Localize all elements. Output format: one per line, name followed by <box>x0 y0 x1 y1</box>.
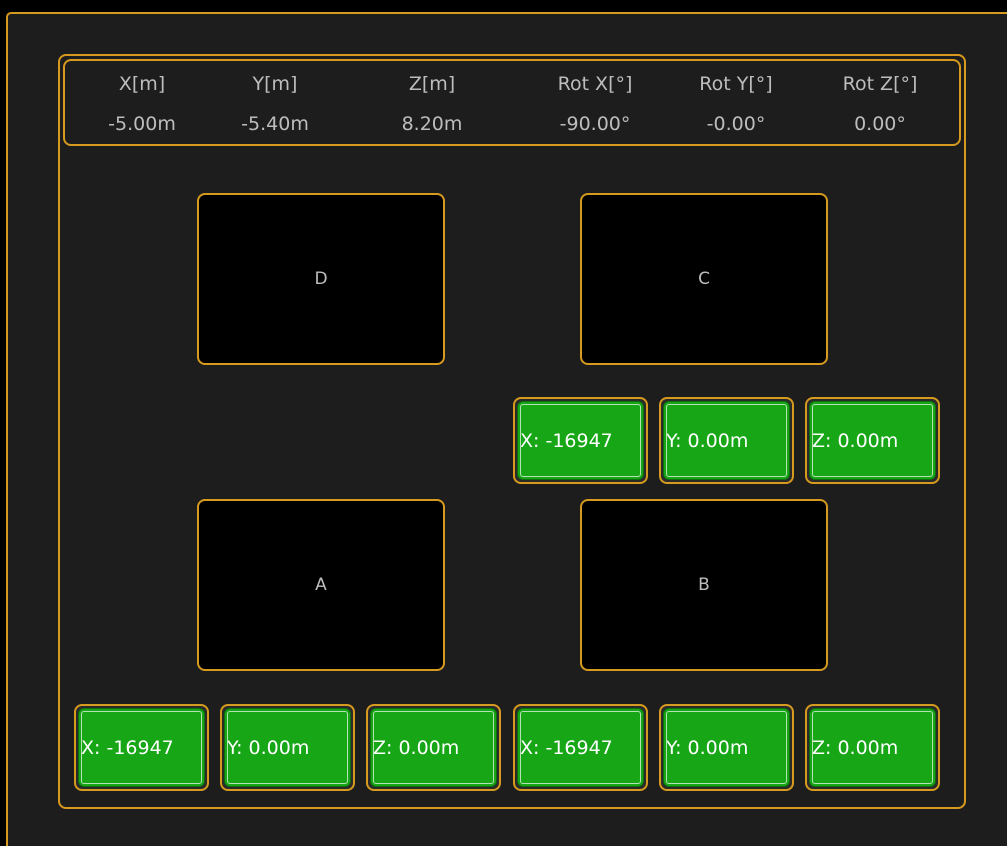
coordinates-header: X[m] -5.00m Y[m] -5.40m Z[m] 8.20m Rot X… <box>63 59 961 146</box>
point-a-z-value: Z: 0.00m <box>370 708 497 787</box>
header-value-rot-y: -0.00° <box>706 113 766 135</box>
point-c-y-value: Y: 0.00m <box>663 401 790 480</box>
truss-point-a[interactable]: A <box>197 499 445 671</box>
truss-point-c[interactable]: C <box>580 193 828 365</box>
header-label-z: Z[m] <box>408 73 456 95</box>
point-a-y-value: Y: 0.00m <box>224 708 351 787</box>
point-a-x-button[interactable]: X: -16947 <box>74 704 209 791</box>
point-a-x-value: X: -16947 <box>78 708 205 787</box>
point-c-z-button[interactable]: Z: 0.00m <box>805 397 940 484</box>
header-value-rot-z: 0.00° <box>854 113 906 135</box>
point-a-y-button[interactable]: Y: 0.00m <box>220 704 355 791</box>
header-label-x: X[m] <box>118 73 166 95</box>
point-b-x-button[interactable]: X: -16947 <box>513 704 648 791</box>
truss-point-b-label: B <box>698 575 710 595</box>
header-label-rot-z: Rot Z[°] <box>842 73 918 95</box>
point-a-z-button[interactable]: Z: 0.00m <box>366 704 501 791</box>
header-value-y: -5.40m <box>241 113 309 135</box>
point-c-z-value: Z: 0.00m <box>809 401 936 480</box>
truss-point-a-label: A <box>315 575 327 595</box>
header-value-x: -5.00m <box>108 113 176 135</box>
header-col-rot-z: Rot Z[°] 0.00° <box>806 61 954 144</box>
point-b-z-button[interactable]: Z: 0.00m <box>805 704 940 791</box>
truss-point-c-label: C <box>698 269 710 289</box>
truss-point-b[interactable]: B <box>580 499 828 671</box>
point-b-y-value: Y: 0.00m <box>663 708 790 787</box>
header-value-z: 8.20m <box>401 113 463 135</box>
header-label-rot-x: Rot X[°] <box>557 73 633 95</box>
header-col-y: Y[m] -5.40m <box>201 61 349 144</box>
header-col-rot-y: Rot Y[°] -0.00° <box>662 61 810 144</box>
point-b-x-value: X: -16947 <box>517 708 644 787</box>
header-label-rot-y: Rot Y[°] <box>699 73 773 95</box>
point-b-z-value: Z: 0.00m <box>809 708 936 787</box>
point-c-x-value: X: -16947 <box>517 401 644 480</box>
truss-point-d[interactable]: D <box>197 193 445 365</box>
header-value-rot-x: -90.00° <box>559 113 631 135</box>
point-b-y-button[interactable]: Y: 0.00m <box>659 704 794 791</box>
point-c-x-button[interactable]: X: -16947 <box>513 397 648 484</box>
header-col-rot-x: Rot X[°] -90.00° <box>521 61 669 144</box>
header-col-z: Z[m] 8.20m <box>358 61 506 144</box>
point-c-y-button[interactable]: Y: 0.00m <box>659 397 794 484</box>
header-col-x: X[m] -5.00m <box>68 61 216 144</box>
truss-point-d-label: D <box>314 269 328 289</box>
header-label-y: Y[m] <box>252 73 298 95</box>
app-root: X[m] -5.00m Y[m] -5.40m Z[m] 8.20m Rot X… <box>0 0 1007 846</box>
